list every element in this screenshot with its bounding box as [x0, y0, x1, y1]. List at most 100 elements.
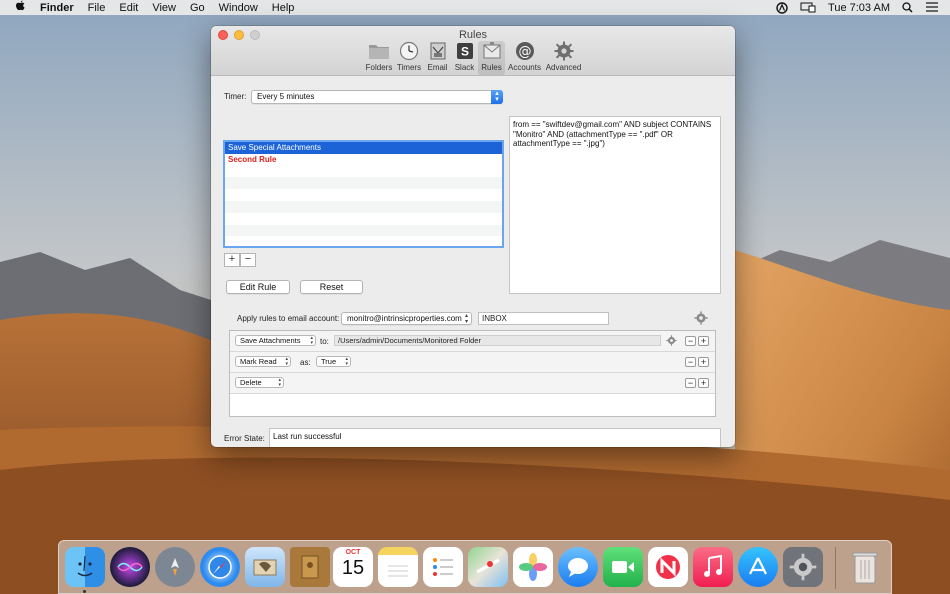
reset-button[interactable]: Reset — [300, 280, 363, 294]
action-row: Save Attachments ▴ ▾ to: /Users/admin/Doc… — [230, 331, 715, 352]
dock-system-preferences-icon[interactable] — [783, 547, 823, 587]
action-type-popup[interactable]: Save Attachments ▴ ▾ — [235, 335, 316, 346]
slack-icon: S — [454, 41, 476, 61]
dock-music-icon[interactable] — [693, 547, 733, 587]
remove-action-button[interactable]: − — [685, 357, 696, 367]
running-indicator — [83, 590, 86, 593]
rules-list[interactable]: Save Special Attachments Second Rule — [223, 140, 504, 248]
svg-text:S: S — [460, 45, 468, 59]
dock-safari-icon[interactable] — [200, 547, 240, 587]
tab-rules[interactable]: Rules — [478, 41, 505, 75]
edit-rule-button[interactable]: Edit Rule — [226, 280, 290, 294]
menu-window[interactable]: Window — [219, 2, 258, 14]
list-item-empty — [225, 200, 502, 213]
calendar-month: OCT — [345, 549, 361, 556]
dock-news-icon[interactable] — [648, 547, 688, 587]
menu-extra-status-icon[interactable] — [776, 2, 788, 14]
dock-facetime-icon[interactable] — [603, 547, 643, 587]
rule-predicate-text[interactable]: from == "swiftdev@gmail.com" AND subject… — [509, 116, 721, 294]
remove-action-button[interactable]: − — [685, 378, 696, 388]
add-action-button[interactable]: + — [698, 357, 709, 367]
menu-help[interactable]: Help — [272, 2, 295, 14]
folder-settings-gear-icon[interactable] — [666, 335, 677, 349]
tab-slack[interactable]: S Slack — [451, 41, 478, 75]
action-row: Delete ▴ ▾ − + — [230, 373, 715, 394]
dock-trash-icon[interactable] — [845, 547, 885, 587]
apply-rules-label: Apply rules to email account: — [237, 314, 340, 323]
dock-reminders-icon[interactable] — [423, 547, 463, 587]
clock-icon — [398, 41, 420, 61]
tab-email[interactable]: Email — [424, 41, 451, 75]
dock-finder-icon[interactable] — [65, 547, 105, 587]
dock-maps-icon[interactable] — [468, 547, 508, 587]
email-account-popup[interactable]: monitro@intrinsicproperties.com ▴ ▾ — [341, 312, 472, 325]
list-item-empty — [225, 177, 502, 190]
list-item[interactable]: Save Special Attachments — [225, 142, 502, 154]
spotlight-search-icon[interactable] — [902, 2, 914, 13]
timer-popup[interactable]: Every 5 minutes ▴ ▾ — [251, 90, 503, 104]
action-type-popup[interactable]: Mark Read ▴ ▾ — [235, 356, 291, 367]
gear-icon — [553, 41, 575, 61]
dock-launchpad-icon[interactable] — [155, 547, 195, 587]
add-action-button[interactable]: + — [698, 378, 709, 388]
menu-file[interactable]: File — [88, 2, 106, 14]
preferences-toolbar: Folders Timers Email S Slack Rules @ Acc… — [364, 41, 583, 75]
tab-accounts[interactable]: @ Accounts — [505, 41, 544, 75]
menu-edit[interactable]: Edit — [119, 2, 138, 14]
tab-timers[interactable]: Timers — [394, 41, 424, 75]
chevron-updown-icon: ▴ ▾ — [491, 90, 503, 104]
menu-view[interactable]: View — [152, 2, 176, 14]
dock: OCT 15 — [58, 540, 892, 594]
menu-go[interactable]: Go — [190, 2, 205, 14]
remove-rule-button[interactable]: − — [240, 253, 256, 267]
rules-icon — [481, 41, 503, 61]
dock-messages-icon[interactable] — [558, 547, 598, 587]
window-title: Rules — [458, 29, 488, 41]
timer-value: Every 5 minutes — [257, 92, 315, 101]
dock-separator — [835, 547, 836, 589]
dock-contacts-icon[interactable] — [290, 547, 330, 587]
remove-action-button[interactable]: − — [685, 336, 696, 346]
email-icon — [427, 41, 449, 61]
dock-notes-icon[interactable] — [378, 547, 418, 587]
apple-menu-icon[interactable] — [12, 0, 28, 15]
list-item-empty — [225, 166, 502, 178]
dock-photos-icon[interactable] — [513, 547, 553, 587]
add-rule-button[interactable]: + — [224, 253, 240, 267]
chevron-updown-icon: ▴ ▾ — [310, 335, 313, 346]
error-state-label: Error State: — [224, 434, 265, 443]
list-item-empty — [225, 189, 502, 201]
dock-calendar-icon[interactable]: OCT 15 — [333, 547, 373, 587]
menu-clock[interactable]: Tue 7:03 AM — [828, 2, 890, 14]
dock-siri-icon[interactable] — [110, 547, 150, 587]
tab-folders[interactable]: Folders — [364, 41, 394, 75]
chevron-updown-icon: ▴ ▾ — [285, 356, 288, 367]
airplay-display-icon[interactable] — [800, 2, 816, 13]
tab-advanced[interactable]: Advanced — [544, 41, 583, 75]
error-state-text[interactable]: Last run successful — [269, 428, 721, 447]
action-value-popup[interactable]: True ▴ ▾ — [316, 356, 351, 367]
chevron-updown-icon: ▴ ▾ — [278, 377, 281, 388]
control-list-icon[interactable] — [926, 2, 938, 13]
action-type-value: Mark Read — [240, 357, 277, 366]
menu-bar: Finder File Edit View Go Window Help Tue… — [0, 0, 950, 15]
action-connector-label: to: — [320, 337, 329, 346]
calendar-day: 15 — [341, 557, 365, 579]
mailbox-field[interactable]: INBOX — [478, 312, 609, 325]
action-type-popup[interactable]: Delete ▴ ▾ — [235, 377, 284, 388]
window-titlebar: Rules Folders Timers Email S Slack Rules… — [211, 26, 735, 76]
account-settings-gear-icon[interactable] — [694, 311, 708, 328]
dock-mail-icon[interactable] — [245, 547, 285, 587]
dock-app-store-icon[interactable] — [738, 547, 778, 587]
list-item-empty — [225, 213, 502, 225]
action-type-value: Save Attachments — [240, 336, 301, 345]
destination-folder-field[interactable]: /Users/admin/Documents/Monitored Folder — [334, 335, 661, 346]
add-action-button[interactable]: + — [698, 336, 709, 346]
action-row: Mark Read ▴ ▾ as: True ▴ ▾ − + — [230, 352, 715, 373]
rule-actions-box: Save Attachments ▴ ▾ to: /Users/admin/Doc… — [229, 330, 716, 417]
list-item-empty — [225, 224, 502, 237]
menu-app-finder[interactable]: Finder — [40, 2, 74, 14]
rules-pane: Timer: Every 5 minutes ▴ ▾ Save Special A… — [211, 76, 735, 447]
list-item[interactable]: Second Rule — [225, 154, 502, 166]
action-connector-label: as: — [300, 358, 311, 367]
